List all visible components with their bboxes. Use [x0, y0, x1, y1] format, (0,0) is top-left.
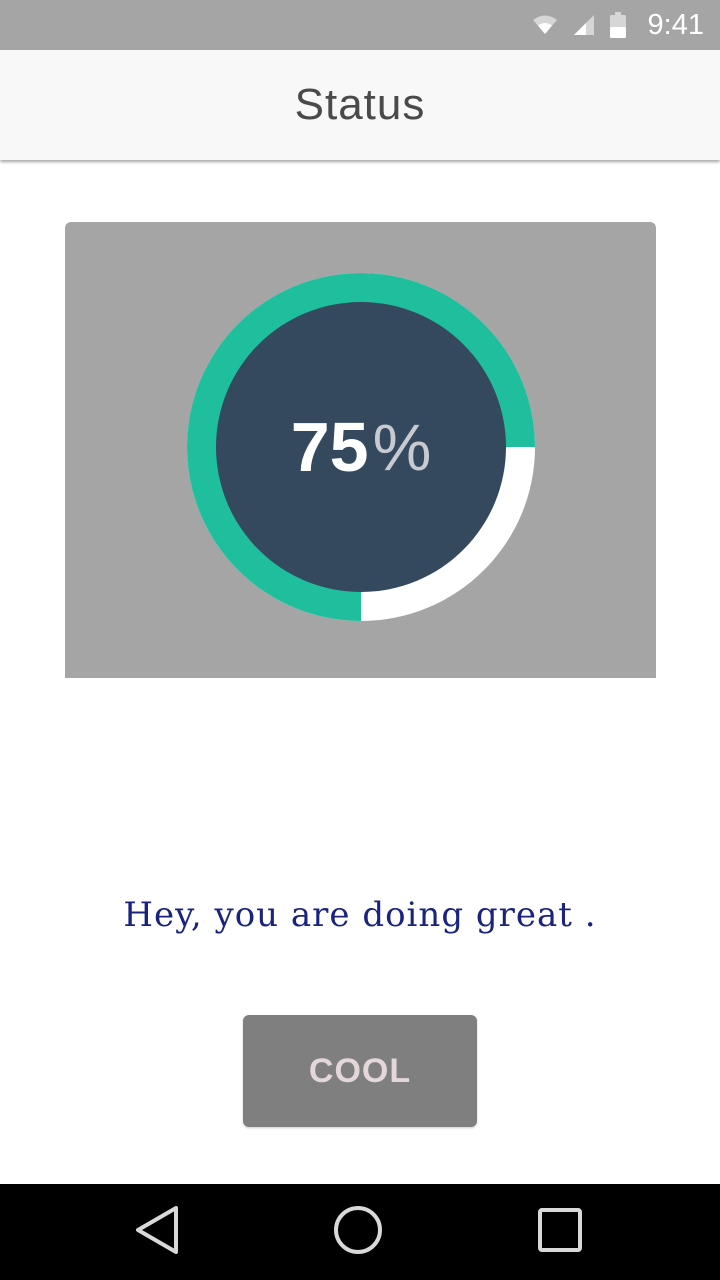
status-time: 9:41	[647, 8, 704, 41]
cool-button-label: COOL	[308, 1051, 412, 1090]
app-bar: Status	[0, 50, 720, 160]
progress-ring: 75%	[187, 273, 535, 621]
percent-sign: %	[372, 410, 432, 484]
wifi-icon	[532, 14, 558, 36]
recents-button[interactable]	[512, 1184, 608, 1280]
battery-icon	[609, 12, 626, 38]
cell-signal-icon	[572, 13, 596, 37]
recents-icon	[536, 1206, 584, 1259]
progress-value: 75	[290, 408, 369, 486]
cool-button[interactable]: COOL	[243, 1015, 477, 1127]
home-button[interactable]	[310, 1184, 406, 1280]
status-bar: 9:41	[0, 0, 720, 50]
back-button[interactable]	[110, 1184, 206, 1280]
home-icon	[332, 1204, 384, 1261]
status-icons: 9:41	[532, 0, 704, 50]
encouragement-message: Hey, you are doing great .	[123, 895, 597, 935]
progress-card: 75%	[65, 222, 656, 678]
back-icon	[134, 1204, 182, 1261]
page-title: Status	[294, 80, 426, 129]
progress-percent-label: 75%	[187, 273, 535, 621]
navigation-bar	[0, 1184, 720, 1280]
